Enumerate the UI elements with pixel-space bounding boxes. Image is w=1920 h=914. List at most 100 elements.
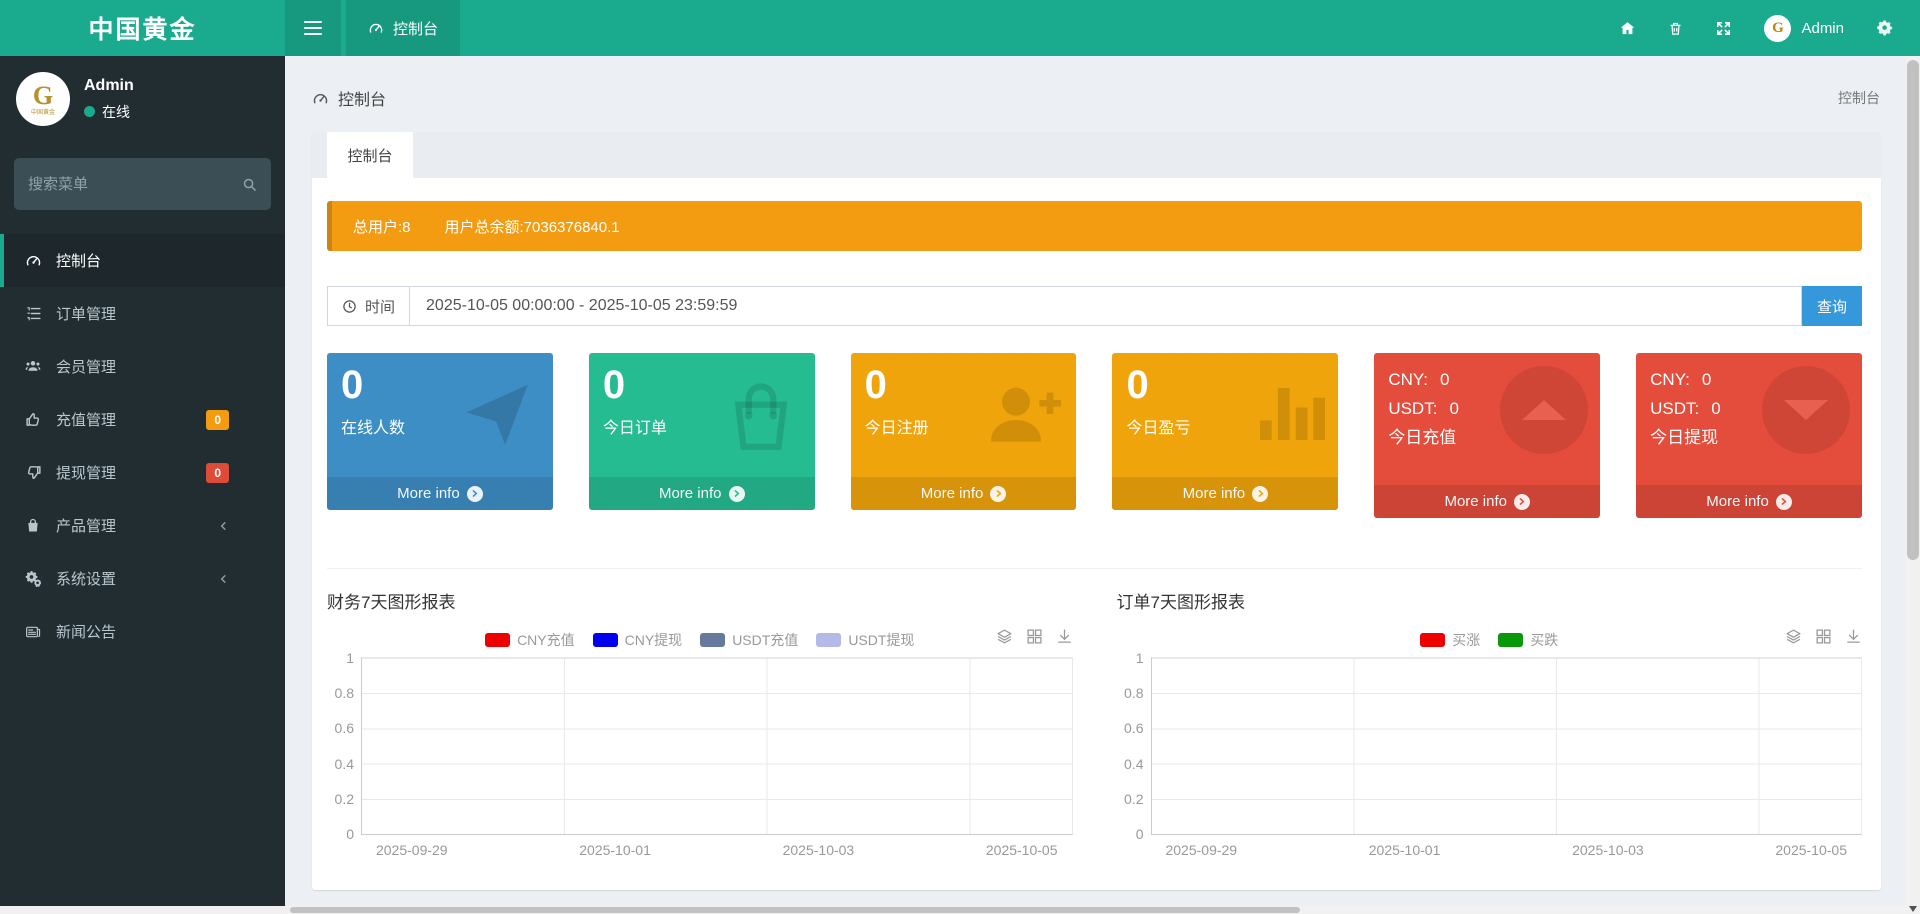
top-tab-label: 控制台	[393, 18, 438, 39]
avatar: G	[1764, 15, 1791, 42]
user-name: Admin	[1801, 20, 1844, 37]
more-info-link[interactable]: More info	[1112, 477, 1338, 510]
sidebar-toggle-button[interactable]	[285, 0, 341, 56]
legend-item[interactable]: 买涨	[1420, 630, 1480, 650]
finance-chart: 财务7天图形报表 CNY充值 CNY提现 USDT充值 USDT提现	[327, 588, 1073, 864]
sidebar-item-deposits[interactable]: 充值管理 0	[0, 393, 285, 446]
data-view-icon[interactable]	[1026, 628, 1043, 645]
user-menu[interactable]: G Admin	[1764, 15, 1844, 42]
gears-icon[interactable]	[1876, 19, 1894, 37]
dashboard-card: 控制台 总用户:8 用户总余额:7036376840.1 时间	[312, 132, 1881, 890]
more-info-link[interactable]: More info	[589, 477, 815, 510]
chart-legend: 买涨 买跌	[1117, 630, 1863, 650]
search-icon[interactable]	[242, 177, 257, 192]
more-info-link[interactable]: More info	[851, 477, 1077, 510]
sidebar-item-withdrawals[interactable]: 提现管理 0	[0, 446, 285, 499]
download-icon[interactable]	[1845, 628, 1862, 645]
search-input[interactable]	[28, 176, 242, 193]
total-users-text: 总用户:8	[353, 216, 411, 237]
horizontal-scrollbar-thumb[interactable]	[290, 907, 1300, 913]
sidebar-item-products[interactable]: 产品管理	[0, 499, 285, 552]
caret-down-circle-icon	[1762, 366, 1850, 454]
cny-label: CNY:	[1650, 370, 1690, 389]
date-range-input[interactable]	[410, 287, 1801, 325]
info-box-orders: 0 今日订单 More info	[589, 353, 815, 510]
top-tab-dashboard[interactable]: 控制台	[346, 0, 460, 56]
query-button[interactable]: 查询	[1802, 286, 1862, 326]
menu-label: 会员管理	[56, 356, 116, 377]
download-icon[interactable]	[1056, 628, 1073, 645]
breadcrumb[interactable]: 控制台	[312, 86, 386, 110]
online-dot	[84, 106, 95, 117]
sidebar-item-dashboard[interactable]: 控制台	[0, 234, 285, 287]
more-info-label: More info	[659, 485, 722, 502]
charts-row: 财务7天图形报表 CNY充值 CNY提现 USDT充值 USDT提现	[327, 568, 1862, 864]
x-tick: 2025-09-29	[1165, 842, 1237, 858]
x-axis-labels: 2025-09-29 2025-10-01 2025-10-03 2025-10…	[361, 842, 1073, 864]
sidebar: G中国黄金 Admin 在线 控制台 订单管理	[0, 56, 285, 914]
thumbs-down-icon	[22, 464, 44, 481]
legend-item[interactable]: CNY充值	[485, 630, 575, 650]
more-info-link[interactable]: More info	[1636, 485, 1862, 518]
trash-icon[interactable]	[1668, 20, 1683, 37]
sidebar-user-status: 在线	[84, 102, 134, 122]
chart-plot-area: 1 0.8 0.6 0.4 0.2 0	[1151, 657, 1863, 835]
shopping-bag-icon	[22, 517, 44, 534]
sidebar-search	[14, 158, 271, 210]
more-info-label: More info	[1706, 493, 1769, 510]
sidebar-item-news[interactable]: 新闻公告	[0, 605, 285, 658]
arrow-circle-right-icon	[1514, 494, 1530, 510]
menu-label: 控制台	[56, 250, 101, 271]
gauge-icon	[312, 90, 329, 107]
menu-label: 订单管理	[56, 303, 116, 324]
gauge-icon	[368, 20, 384, 36]
data-view-icon[interactable]	[1815, 628, 1832, 645]
legend-label: USDT充值	[732, 630, 798, 650]
tab-dashboard[interactable]: 控制台	[327, 132, 413, 178]
sidebar-user-panel: G中国黄金 Admin 在线	[0, 56, 285, 136]
menu-label: 产品管理	[56, 515, 116, 536]
y-tick: 0.6	[1124, 720, 1143, 736]
chart-legend: CNY充值 CNY提现 USDT充值 USDT提现	[327, 630, 1073, 650]
more-info-link[interactable]: More info	[327, 477, 553, 510]
brand-title: 中国黄金	[0, 0, 285, 56]
home-icon[interactable]	[1619, 20, 1636, 37]
legend-item[interactable]: 买跌	[1498, 630, 1558, 650]
more-info-link[interactable]: More info	[1374, 485, 1600, 518]
legend-label: CNY充值	[517, 630, 575, 650]
usdt-value: 0	[1449, 399, 1458, 418]
vertical-scrollbar[interactable]	[1906, 56, 1920, 914]
scrollbar-down-arrow[interactable]	[1909, 906, 1917, 912]
time-addon: 时间	[328, 287, 410, 325]
sidebar-item-members[interactable]: 会员管理	[0, 340, 285, 393]
arrow-circle-right-icon	[729, 486, 745, 502]
sidebar-user-name: Admin	[84, 77, 134, 95]
legend-item[interactable]: USDT提现	[816, 630, 914, 650]
bar-chart-icon	[1246, 375, 1326, 453]
y-tick: 0.2	[335, 791, 354, 807]
date-range-group: 时间	[327, 286, 1802, 326]
online-label: 在线	[102, 102, 130, 122]
more-info-label: More info	[921, 485, 984, 502]
more-info-label: More info	[397, 485, 460, 502]
y-tick: 0.2	[1124, 791, 1143, 807]
legend-label: USDT提现	[848, 630, 914, 650]
sidebar-item-orders[interactable]: 订单管理	[0, 287, 285, 340]
chevron-left-icon	[218, 573, 229, 584]
legend-label: 买跌	[1530, 630, 1558, 650]
horizontal-scrollbar[interactable]	[0, 906, 1906, 914]
vertical-scrollbar-thumb[interactable]	[1907, 60, 1919, 560]
x-tick: 2025-09-29	[376, 842, 448, 858]
stack-toggle-icon[interactable]	[996, 628, 1013, 645]
fullscreen-icon[interactable]	[1715, 20, 1732, 37]
legend-item[interactable]: CNY提现	[593, 630, 683, 650]
legend-item[interactable]: USDT充值	[700, 630, 798, 650]
breadcrumb-label: 控制台	[338, 86, 386, 110]
sidebar-item-settings[interactable]: 系统设置	[0, 552, 285, 605]
sidebar-menu: 控制台 订单管理 会员管理 充值管理 0 提现管理 0	[0, 234, 285, 658]
y-tick: 0.4	[1124, 756, 1143, 772]
usdt-value: 0	[1711, 399, 1720, 418]
stack-toggle-icon[interactable]	[1785, 628, 1802, 645]
x-tick: 2025-10-03	[783, 842, 855, 858]
cny-value: 0	[1440, 370, 1449, 389]
